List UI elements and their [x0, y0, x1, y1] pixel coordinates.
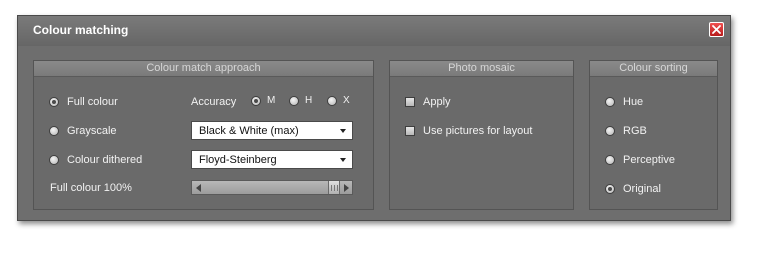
radio-grayscale[interactable]: Grayscale: [49, 125, 117, 137]
arrow-right-icon: [343, 183, 349, 192]
checkbox-apply[interactable]: Apply: [405, 96, 451, 108]
full-colour-slider[interactable]: [191, 180, 353, 195]
colour-sorting-panel: Colour sorting Hue RGB Perceptive Origin…: [589, 60, 718, 210]
radio-label: Perceptive: [623, 154, 675, 166]
radio-label: RGB: [623, 125, 647, 137]
radio-perceptive[interactable]: Perceptive: [605, 154, 675, 166]
radio-label: Full colour: [67, 96, 118, 108]
radio-button[interactable]: [605, 155, 615, 165]
dither-select[interactable]: Floyd-Steinberg: [191, 150, 353, 169]
dialog-title: Colour matching: [33, 23, 129, 37]
colour-match-approach-panel: Colour match approach Full colour Graysc…: [33, 60, 374, 210]
radio-label: Original: [623, 183, 661, 195]
radio-button[interactable]: [49, 126, 59, 136]
accuracy-radio-h[interactable]: H: [289, 95, 312, 106]
colour-matching-dialog: Colour matching Colour match approach Fu…: [17, 15, 731, 221]
radio-button[interactable]: [289, 95, 299, 106]
radio-button[interactable]: [605, 184, 615, 194]
radio-button[interactable]: [251, 95, 261, 106]
panel-header: Colour match approach: [34, 61, 373, 77]
radio-label: H: [305, 95, 313, 106]
accuracy-radio-m[interactable]: M: [251, 95, 275, 106]
close-icon: [712, 25, 721, 34]
radio-button[interactable]: [49, 97, 59, 107]
full-colour-percent-label: Full colour 100%: [50, 182, 132, 194]
close-button[interactable]: [709, 22, 724, 37]
radio-label: Grayscale: [67, 125, 117, 137]
checkbox-use-pictures[interactable]: Use pictures for layout: [405, 125, 532, 137]
radio-rgb[interactable]: RGB: [605, 125, 647, 137]
radio-original[interactable]: Original: [605, 183, 661, 195]
select-value: Black & White (max): [199, 124, 299, 137]
accuracy-radio-x[interactable]: X: [327, 95, 350, 106]
radio-full-colour[interactable]: Full colour: [49, 96, 118, 108]
radio-label: Colour dithered: [67, 154, 143, 166]
radio-colour-dithered[interactable]: Colour dithered: [49, 154, 142, 166]
arrow-left-icon: [195, 183, 201, 192]
slider-left-button[interactable]: [192, 181, 204, 194]
radio-label: X: [343, 95, 350, 106]
panel-header: Colour sorting: [590, 61, 717, 77]
radio-button[interactable]: [49, 155, 59, 165]
photo-mosaic-panel: Photo mosaic Apply Use pictures for layo…: [389, 60, 574, 210]
title-bar: Colour matching: [18, 16, 730, 46]
radio-button[interactable]: [327, 95, 337, 106]
chevron-down-icon: [340, 158, 346, 162]
slider-thumb[interactable]: [328, 181, 340, 194]
checkbox[interactable]: [405, 126, 415, 136]
radio-button[interactable]: [605, 97, 615, 107]
panel-header: Photo mosaic: [390, 61, 573, 77]
checkbox-label: Use pictures for layout: [423, 125, 533, 137]
slider-right-button[interactable]: [340, 181, 352, 194]
accuracy-label: Accuracy: [191, 96, 237, 108]
grayscale-select[interactable]: Black & White (max): [191, 121, 353, 140]
radio-label: M: [267, 95, 276, 106]
checkbox[interactable]: [405, 97, 415, 107]
select-value: Floyd-Steinberg: [199, 153, 277, 166]
radio-button[interactable]: [605, 126, 615, 136]
radio-hue[interactable]: Hue: [605, 96, 643, 108]
chevron-down-icon: [340, 129, 346, 133]
radio-label: Hue: [623, 96, 644, 108]
checkbox-label: Apply: [423, 96, 451, 108]
